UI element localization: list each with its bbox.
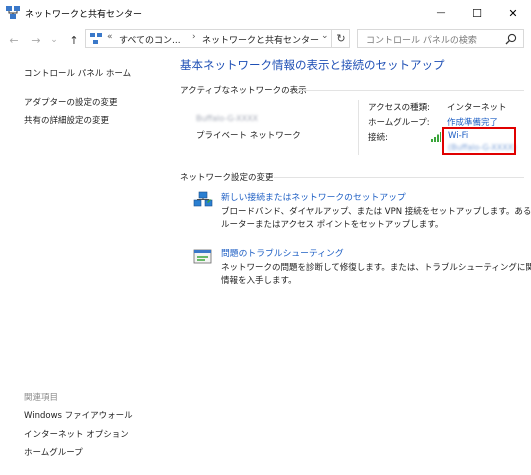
active-networks-heading: アクティブなネットワークの表示 [180,86,307,96]
refresh-button[interactable]: ↻ [331,29,350,48]
wifi-signal-icon [431,132,441,142]
section-divider [300,90,524,91]
forward-button[interactable]: → [28,32,44,48]
vertical-divider [358,100,359,155]
access-type-value: インターネット [447,103,507,113]
up-button[interactable]: ↑ [66,32,82,48]
highlight-box [442,127,516,155]
section-divider [274,177,524,178]
access-type-label: アクセスの種類: [368,103,430,113]
change-adapter-settings-link[interactable]: アダプターの設定の変更 [24,96,118,108]
address-bar[interactable]: « すべてのコン... › ネットワークと共有センター ⌄ [85,29,350,48]
close-icon: ✕ [508,6,518,20]
troubleshoot-desc-line2: 情報を入手します。 [221,276,297,286]
new-connection-icon [193,191,213,207]
maximize-button[interactable]: ☐ [459,0,495,26]
homegroup-label: ホームグループ: [368,118,430,128]
setup-new-connection-link[interactable]: 新しい接続またはネットワークのセットアップ [221,190,406,203]
minimize-button[interactable]: — [423,0,459,26]
back-button[interactable]: ← [6,32,22,48]
see-also-heading: 関連項目 [24,393,59,403]
control-panel-icon [90,33,102,44]
page-title: 基本ネットワーク情報の表示と接続のセットアップ [180,58,445,72]
network-name: Buffalo-G-XXXX [196,114,259,123]
recent-locations-button[interactable]: ⌄ [48,32,60,48]
troubleshoot-problems-link[interactable]: 問題のトラブルシューティング [221,246,344,259]
troubleshoot-desc-line1: ネットワークの問題を診断して修復します。または、トラブルシューティングに関する [221,263,531,273]
troubleshoot-icon [193,249,212,264]
setup-connection-desc-line1: ブロードバンド、ダイヤルアップ、または VPN 接続をセットアップします。あるい… [221,207,531,217]
connections-label: 接続: [368,133,388,143]
network-type: プライベート ネットワーク [196,131,301,141]
homegroup-link[interactable]: ホームグループ [24,446,83,458]
refresh-icon: ↻ [336,32,346,45]
forward-arrow-icon: → [31,33,41,47]
search-input[interactable]: コントロール パネルの検索 [366,33,477,46]
address-dropdown-icon[interactable]: ⌄ [321,31,329,41]
breadcrumb-all-control-panel[interactable]: すべてのコン... [119,33,181,46]
network-center-icon [6,6,20,19]
up-arrow-icon: ↑ [69,33,79,47]
search-box[interactable]: コントロール パネルの検索 [357,29,524,48]
title-bar: ネットワークと共有センター — ☐ ✕ [0,0,531,26]
breadcrumb-separator[interactable]: › [192,32,196,42]
window-title: ネットワークと共有センター [25,10,143,20]
back-arrow-icon: ← [9,33,19,47]
advanced-sharing-settings-link[interactable]: 共有の詳細設定の変更 [24,114,109,126]
windows-firewall-link[interactable]: Windows ファイアウォール [24,409,133,421]
chevron-down-icon: ⌄ [50,35,58,45]
close-button[interactable]: ✕ [495,0,531,26]
overflow-chevron[interactable]: « [107,32,113,42]
control-panel-home-link[interactable]: コントロール パネル ホーム [24,67,131,79]
search-icon [505,33,517,45]
minimize-icon: — [436,8,446,18]
change-settings-heading: ネットワーク設定の変更 [180,173,274,183]
internet-options-link[interactable]: インターネット オプション [24,428,129,440]
breadcrumb-network-center[interactable]: ネットワークと共有センター [202,33,319,46]
setup-connection-desc-line2: ルーターまたはアクセス ポイントをセットアップします。 [221,220,444,230]
maximize-icon: ☐ [472,6,482,20]
